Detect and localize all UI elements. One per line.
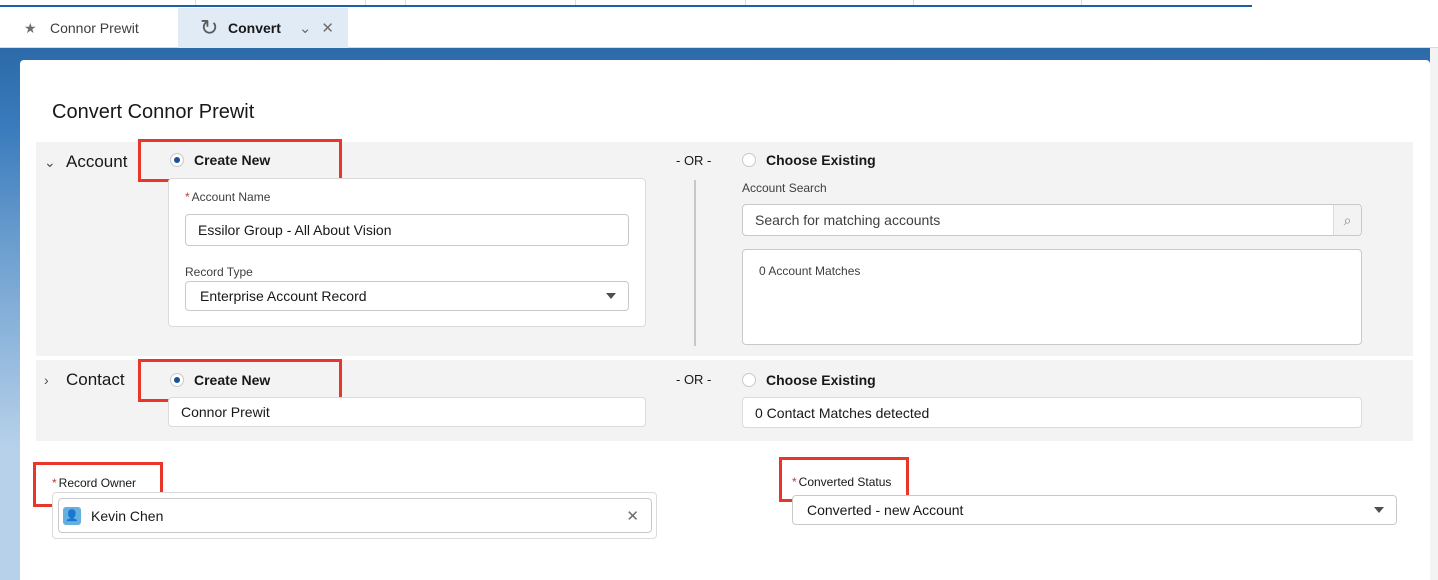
user-avatar-icon: 👤: [63, 506, 81, 525]
tab-convert[interactable]: ↻ Convert ⌄ ✕: [178, 8, 348, 48]
radio-selected[interactable]: [170, 153, 184, 167]
account-choose-existing-option[interactable]: Choose Existing: [742, 152, 876, 168]
contact-matches-field: 0 Contact Matches detected: [742, 397, 1362, 428]
account-search-input[interactable]: Search for matching accounts ⌕: [742, 204, 1362, 236]
radio-unselected[interactable]: [742, 373, 756, 387]
modal-title: Convert Connor Prewit: [52, 101, 255, 123]
contact-create-new-option[interactable]: Create New: [170, 372, 270, 388]
chevron-right-icon: ›: [44, 372, 49, 388]
contact-section-header[interactable]: › Contact: [44, 370, 125, 390]
top-accent-bar: [0, 5, 1252, 7]
close-icon[interactable]: ✕: [321, 19, 334, 37]
search-placeholder: Search for matching accounts: [755, 212, 941, 228]
or-divider: - OR -: [676, 372, 712, 387]
lead-icon: ★: [24, 19, 37, 36]
radio-unselected[interactable]: [742, 153, 756, 167]
account-name-input[interactable]: Essilor Group - All About Vision: [185, 214, 629, 246]
select-value: Enterprise Account Record: [200, 288, 367, 304]
option-label: Create New: [194, 372, 271, 388]
record-owner-value: Kevin Chen: [91, 507, 164, 524]
option-label: Choose Existing: [766, 372, 876, 388]
option-label: Create New: [194, 152, 271, 168]
tab-tools: ⌄ ✕: [299, 8, 334, 48]
record-owner-pill[interactable]: 👤 Kevin Chen ✕: [58, 498, 652, 533]
option-label: Choose Existing: [766, 152, 876, 168]
chevron-down-icon[interactable]: ⌄: [299, 19, 312, 37]
account-section-header[interactable]: ⌄ Account: [44, 152, 127, 172]
dropdown-caret-icon: [606, 293, 616, 299]
contact-section: › Contact Create New - OR - Choose Exist…: [36, 359, 1413, 441]
tab-connor-prewit[interactable]: ★ Connor Prewit: [8, 8, 176, 48]
section-heading: Contact: [66, 370, 125, 389]
page-edge: [1430, 48, 1438, 580]
tab-label: Connor Prewit: [50, 20, 139, 36]
record-type-label: Record Type: [185, 265, 253, 279]
converted-status-select[interactable]: Converted - new Account: [792, 495, 1397, 525]
clear-icon[interactable]: ✕: [626, 507, 639, 525]
tab-label: Convert: [228, 20, 281, 36]
or-divider: - OR -: [676, 153, 712, 168]
section-heading: Account: [66, 152, 128, 171]
dropdown-caret-icon: [1374, 507, 1384, 513]
account-section: ⌄ Account Create New - OR - Choose Exist…: [36, 139, 1413, 356]
workspace-tab-bar: ★ Connor Prewit ↻ Convert ⌄ ✕: [0, 8, 1438, 48]
record-owner-label: * Record Owner: [52, 476, 137, 490]
record-owner-field: 👤 Kevin Chen ✕: [52, 492, 657, 539]
account-create-new-option[interactable]: Create New: [170, 152, 270, 168]
account-matches-text: 0 Account Matches: [759, 264, 861, 278]
contact-name-field[interactable]: Connor Prewit: [168, 397, 646, 427]
converted-status-label: * Converted Status: [792, 475, 892, 489]
account-search-label: Account Search: [742, 181, 827, 195]
select-value: Converted - new Account: [807, 502, 964, 518]
top-strip: [0, 0, 1438, 8]
search-icon[interactable]: ⌕: [1333, 205, 1361, 235]
chevron-down-icon: ⌄: [44, 153, 56, 170]
contact-choose-existing-option[interactable]: Choose Existing: [742, 372, 876, 388]
account-matches-box: 0 Account Matches: [742, 249, 1362, 345]
record-type-select[interactable]: Enterprise Account Record: [185, 281, 629, 311]
convert-modal: Convert Connor Prewit ⌄ Account Create N…: [20, 60, 1430, 580]
vertical-divider: [694, 180, 696, 346]
account-name-label: * Account Name: [185, 190, 271, 204]
radio-selected[interactable]: [170, 373, 184, 387]
convert-arrow-icon: ↻: [200, 15, 219, 40]
new-account-card: * Account Name Essilor Group - All About …: [168, 178, 646, 327]
